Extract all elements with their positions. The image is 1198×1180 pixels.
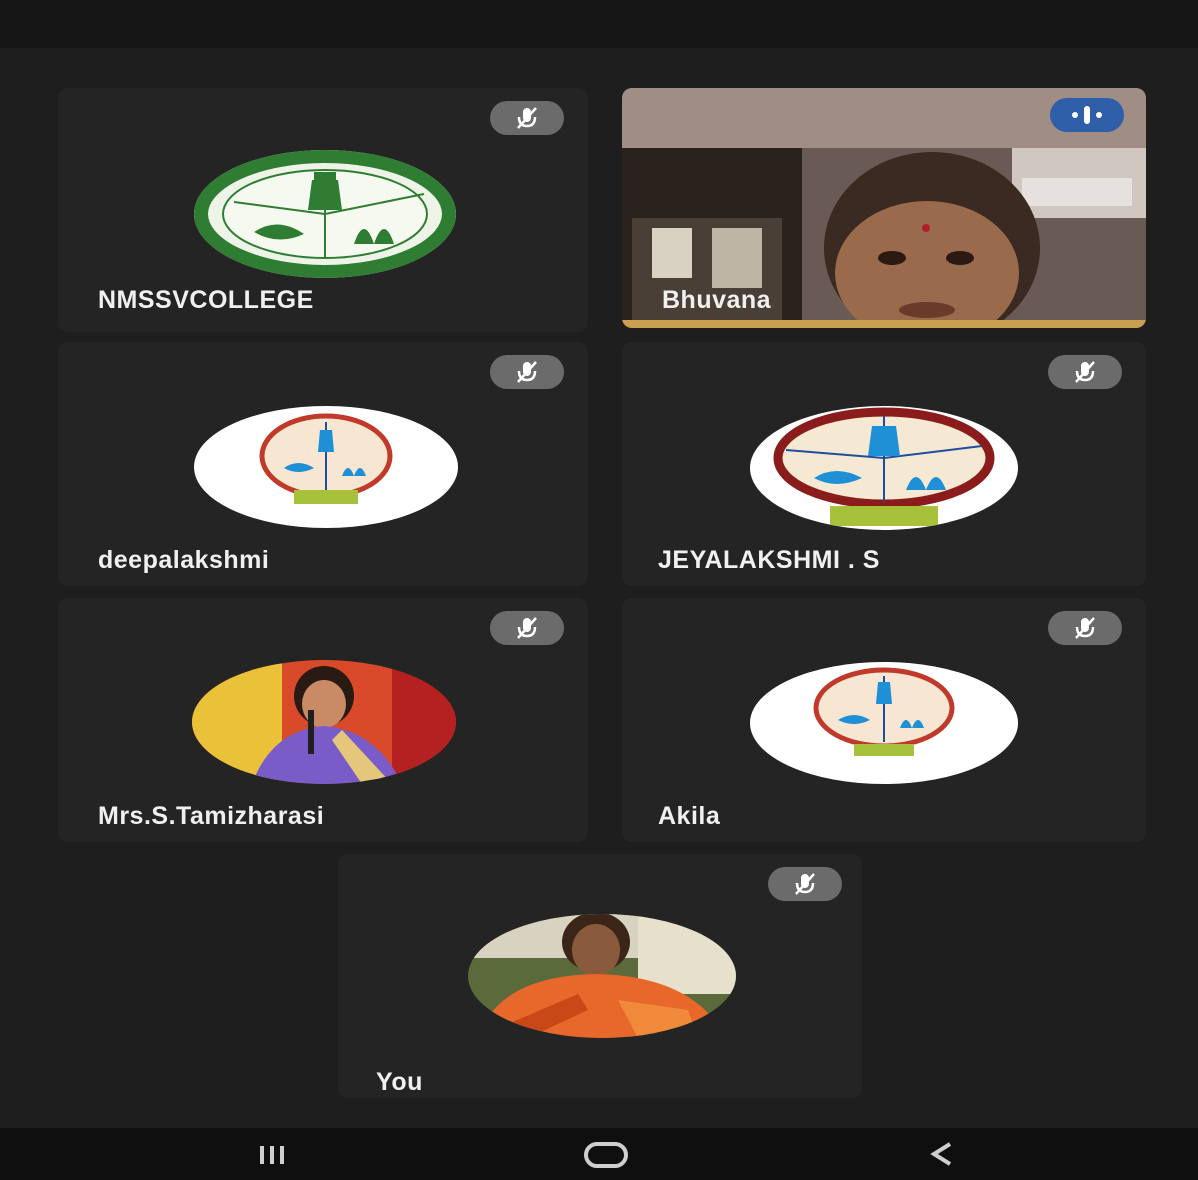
participant-name: NMSSVCOLLEGE — [98, 286, 314, 314]
college-logo-avatar — [194, 406, 458, 528]
recent-apps-icon — [260, 1146, 284, 1164]
college-logo-avatar — [750, 406, 1018, 530]
profile-photo-avatar — [192, 660, 456, 784]
profile-photo-avatar — [468, 914, 736, 1038]
participant-tile[interactable]: Akila — [622, 598, 1146, 842]
home-icon — [584, 1142, 628, 1168]
back-button[interactable] — [890, 1128, 990, 1180]
participant-grid: NMSSVCOLLEGE Bhuvana deepalakshmi JEYALA… — [0, 48, 1198, 1128]
mic-off-icon — [490, 355, 564, 389]
participant-tile[interactable]: Mrs.S.Tamizharasi — [58, 598, 588, 842]
participant-tile[interactable]: deepalakshmi — [58, 342, 588, 586]
self-view-tile[interactable]: You — [338, 854, 862, 1098]
participant-name: Bhuvana — [662, 286, 772, 314]
system-navigation-bar — [0, 1128, 1198, 1180]
mic-off-icon — [490, 611, 564, 645]
mic-off-icon — [1048, 611, 1122, 645]
participant-name: Akila — [658, 802, 721, 830]
home-button[interactable] — [556, 1128, 656, 1180]
mic-off-icon — [768, 867, 842, 901]
back-icon — [930, 1142, 952, 1166]
mic-off-icon — [1048, 355, 1122, 389]
college-logo-avatar — [750, 662, 1018, 784]
participant-name: You — [376, 1068, 423, 1096]
meeting-screen: NMSSVCOLLEGE Bhuvana deepalakshmi JEYALA… — [0, 0, 1198, 1180]
status-bar — [0, 0, 1198, 48]
participant-tile-active-speaker[interactable]: Bhuvana — [622, 88, 1146, 328]
participant-name: Mrs.S.Tamizharasi — [98, 802, 325, 830]
participant-name: deepalakshmi — [98, 546, 270, 574]
mic-off-icon — [490, 101, 564, 135]
audio-level-icon — [1050, 98, 1124, 132]
college-logo — [194, 150, 456, 278]
participant-name: JEYALAKSHMI . S — [658, 546, 880, 574]
participant-tile[interactable]: NMSSVCOLLEGE — [58, 88, 588, 332]
recent-apps-button[interactable] — [222, 1128, 322, 1180]
participant-tile[interactable]: JEYALAKSHMI . S — [622, 342, 1146, 586]
